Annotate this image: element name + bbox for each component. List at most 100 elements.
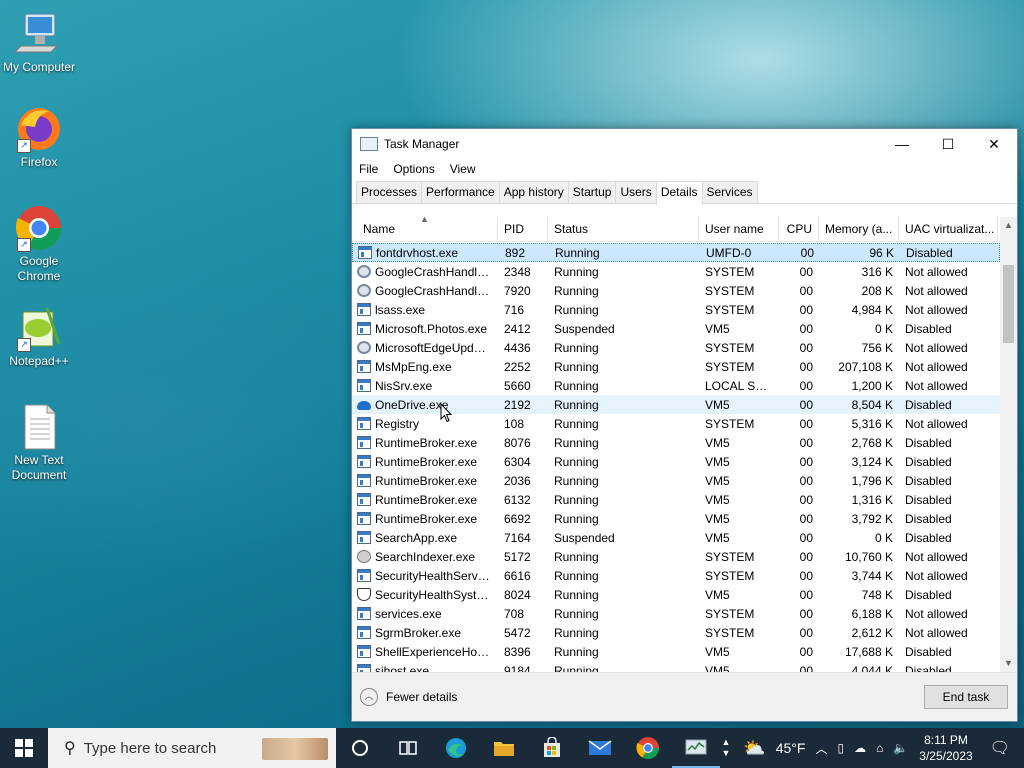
process-row[interactable]: MsMpEng.exe 2252 Running SYSTEM 00 207,108 K N…	[352, 357, 1000, 376]
process-user-name: LOCAL SE...	[705, 378, 774, 393]
process-uac-virtualization: Not allowed	[905, 283, 968, 298]
end-task-button[interactable]: End task	[924, 685, 1008, 709]
column-header-uac-virtualization[interactable]: UAC virtualizat...	[899, 217, 998, 241]
desktop-icon-firefox[interactable]: ↗ Firefox	[0, 105, 78, 170]
tablet-icon[interactable]: ▯	[837, 741, 844, 755]
process-row[interactable]: lsass.exe 716 Running SYSTEM 00 4,984 K Not al…	[352, 300, 1000, 319]
process-row[interactable]: GoogleCrashHandler... 7920 Running SYSTEM 00…	[352, 281, 1000, 300]
menu-options[interactable]: Options	[393, 162, 434, 176]
column-header-cpu[interactable]: CPU	[779, 217, 819, 241]
shortcut-arrow-icon: ↗	[17, 238, 31, 252]
menu-file[interactable]: File	[359, 162, 378, 176]
process-pid: 8076	[504, 435, 531, 450]
process-row[interactable]: GoogleCrashHandler... 2348 Running SYSTEM 00…	[352, 262, 1000, 281]
show-hidden-icons-chevron-icon[interactable]: ︿	[815, 740, 827, 757]
process-row[interactable]: SearchIndexer.exe 5172 Running SYSTEM 00 10,7…	[352, 547, 1000, 566]
column-header-pid[interactable]: PID	[498, 217, 548, 241]
process-memory: 96 K	[869, 245, 894, 260]
process-row[interactable]: services.exe 708 Running SYSTEM 00 6,188 K Not…	[352, 604, 1000, 623]
notifications-icon[interactable]: 🗨	[990, 738, 1010, 758]
process-row[interactable]: RuntimeBroker.exe 8076 Running VM5 00 2,768 K…	[352, 433, 1000, 452]
tab-details[interactable]: Details	[655, 181, 703, 205]
chrome-icon: ↗	[15, 204, 63, 252]
desktop-icon-chrome[interactable]: ↗ Google Chrome	[0, 204, 78, 284]
process-row[interactable]: Microsoft.Photos.exe 2412 Suspended VM5 00 0 …	[352, 319, 1000, 338]
scrollbar-thumb[interactable]	[1003, 265, 1014, 343]
process-row[interactable]: NisSrv.exe 5660 Running LOCAL SE... 00 1,200 …	[352, 376, 1000, 395]
process-row[interactable]: RuntimeBroker.exe 6692 Running VM5 00 3,792 K…	[352, 509, 1000, 528]
volume-icon[interactable]: 🔈	[893, 741, 908, 755]
process-pid: 8024	[504, 587, 531, 602]
scroll-up-icon[interactable]: ▲	[1000, 217, 1017, 234]
tab-startup[interactable]: Startup	[567, 181, 617, 203]
process-uac-virtualization: Disabled	[905, 511, 952, 526]
network-icon[interactable]: ⌂	[876, 741, 883, 755]
desktop-icon-notepad-plus-plus[interactable]: ↗ Notepad++	[0, 304, 78, 369]
process-user-name: SYSTEM	[705, 359, 755, 374]
column-header-memory[interactable]: Memory (a...	[819, 217, 899, 241]
desktop-icon-new-text-document[interactable]: New Text Document	[0, 403, 78, 483]
title-bar[interactable]: Task Manager — ☐ ✕	[352, 129, 1017, 159]
process-uac-virtualization: Disabled	[905, 397, 952, 412]
process-memory: 2,612 K	[851, 625, 893, 640]
desktop-icon-label: Notepad++	[9, 354, 69, 368]
process-pid: 716	[504, 302, 525, 317]
scroll-down-icon[interactable]: ▼	[1000, 655, 1017, 672]
process-row[interactable]: sihost.exe 9184 Running VM5 00 4,044 K Disable…	[352, 661, 1000, 672]
process-row[interactable]: SecurityHealthServic... 6616 Running SYSTEM…	[352, 566, 1000, 585]
process-memory: 0 K	[874, 530, 893, 545]
process-name: NisSrv.exe	[352, 379, 498, 393]
process-row[interactable]: RuntimeBroker.exe 6304 Running VM5 00 3,124 K…	[352, 452, 1000, 471]
close-button[interactable]: ✕	[971, 129, 1017, 159]
clock[interactable]: 8:11 PM 3/25/2023	[919, 732, 972, 764]
maximize-button[interactable]: ☐	[925, 129, 971, 159]
taskbar-mail[interactable]	[576, 728, 624, 768]
gear-icon	[357, 341, 371, 354]
taskbar-task-manager[interactable]	[672, 728, 720, 768]
fewer-details-toggle[interactable]: ︿ Fewer details	[360, 688, 457, 706]
process-name-text: RuntimeBroker.exe	[375, 435, 478, 450]
process-name: SgrmBroker.exe	[352, 626, 498, 640]
weather-temperature[interactable]: 45°F	[776, 740, 806, 756]
tab-bar: Processes Performance App history Startu…	[352, 181, 1017, 205]
process-row[interactable]: MicrosoftEdgeUpdat... 4436 Running SYSTEM 00…	[352, 338, 1000, 357]
taskbar-overflow-chevrons[interactable]: ▲ ▼	[720, 737, 732, 759]
column-header-status[interactable]: Status	[548, 217, 699, 241]
process-memory: 3,744 K	[851, 568, 893, 583]
tab-app-history[interactable]: App history	[498, 181, 569, 203]
process-user-name: VM5	[705, 397, 730, 412]
process-uac-virtualization: Disabled	[905, 435, 952, 450]
vertical-scrollbar[interactable]: ▲ ▼	[1000, 217, 1017, 672]
process-row[interactable]: SgrmBroker.exe 5472 Running SYSTEM 00 2,612 K…	[352, 623, 1000, 642]
desktop-icon-label: New Text Document	[11, 453, 67, 482]
cortana-button[interactable]	[336, 728, 384, 768]
minimize-button[interactable]: —	[879, 129, 925, 159]
start-button[interactable]	[0, 728, 48, 768]
tab-services[interactable]: Services	[701, 181, 758, 203]
tab-performance[interactable]: Performance	[421, 181, 500, 203]
tab-processes[interactable]: Processes	[356, 181, 423, 203]
taskbar-file-explorer[interactable]	[480, 728, 528, 768]
process-row[interactable]: RuntimeBroker.exe 6132 Running VM5 00 1,316 K…	[352, 490, 1000, 509]
taskbar-chrome[interactable]	[624, 728, 672, 768]
edge-icon	[446, 738, 466, 758]
process-row[interactable]: SearchApp.exe 7164 Suspended VM5 00 0 K Disabl…	[352, 528, 1000, 547]
task-view-button[interactable]	[384, 728, 432, 768]
menu-view[interactable]: View	[450, 162, 476, 176]
onedrive-cloud-icon[interactable]: ☁	[854, 741, 866, 755]
process-memory: 207,108 K	[838, 359, 893, 374]
desktop-icon-my-computer[interactable]: My Computer	[0, 10, 78, 75]
taskbar-edge[interactable]	[432, 728, 480, 768]
taskbar-search-box[interactable]: ⚲ Type here to search	[48, 728, 336, 768]
footer-bar: ︿ Fewer details End task	[352, 672, 1017, 721]
process-row[interactable]: ShellExperienceHost.... 8396 Running VM5 00 1…	[352, 642, 1000, 661]
process-row[interactable]: RuntimeBroker.exe 2036 Running VM5 00 1,796 K…	[352, 471, 1000, 490]
process-uac-virtualization: Not allowed	[905, 416, 968, 431]
tab-users[interactable]: Users	[615, 181, 657, 203]
taskbar-store[interactable]	[528, 728, 576, 768]
process-row[interactable]: SecurityHealthSystra... 8024 Running VM5 00 7…	[352, 585, 1000, 604]
process-row[interactable]: fontdrvhost.exe 892 Running UMFD-0 00 96 K Dis…	[352, 243, 1000, 262]
process-user-name: VM5	[705, 321, 730, 336]
weather-icon[interactable]: ⛅	[743, 738, 765, 759]
column-header-user-name[interactable]: User name	[699, 217, 779, 241]
